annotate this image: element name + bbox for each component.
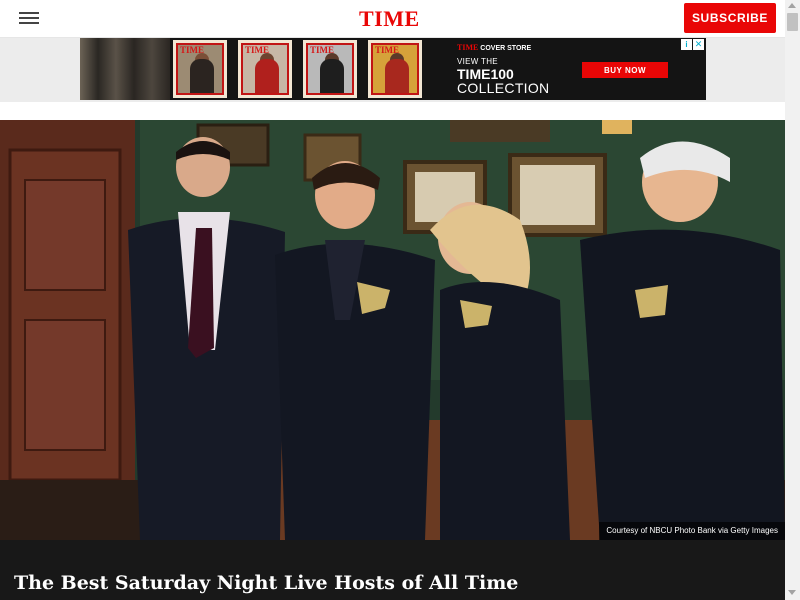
cover-masthead: TIME [245,45,270,55]
time-logo[interactable]: TIME [359,6,420,32]
cover-masthead: TIME [310,45,335,55]
ad-banner[interactable]: TIME TIME TIME TIME TIME COVER STORE VIE… [80,38,706,100]
ad-close-icon[interactable]: ✕ [693,39,704,50]
buy-now-button[interactable]: BUY NOW [582,62,668,78]
ad-container: TIME TIME TIME TIME TIME COVER STORE VIE… [0,38,785,120]
ad-cover-store-label: TIME COVER STORE [457,43,532,52]
cover-masthead: TIME [375,45,400,55]
ad-collection: COLLECTION [457,80,550,96]
headline-bar: The Best Saturday Night Live Hosts of Al… [0,540,785,600]
vertical-scrollbar[interactable] [785,0,800,600]
site-header: TIME SUBSCRIBE [0,0,785,38]
magazine-cover-4: TIME [368,40,422,98]
hamburger-menu-icon[interactable] [19,12,39,26]
ad-curtain-image [80,38,170,100]
ad-info-icon[interactable]: i [681,39,692,50]
photo-credit: Courtesy of NBCU Photo Bank via Getty Im… [599,522,785,540]
hero-image: Courtesy of NBCU Photo Bank via Getty Im… [0,120,785,540]
article-title: The Best Saturday Night Live Hosts of Al… [14,572,519,594]
scroll-down-icon[interactable] [788,590,796,595]
magazine-cover-3: TIME [303,40,357,98]
ad-view-the: VIEW THE [457,57,498,66]
snl-hosts-photo [0,120,785,540]
scroll-up-icon[interactable] [788,3,796,8]
magazine-cover-1: TIME [173,40,227,98]
scrollbar-thumb[interactable] [787,13,798,31]
subscribe-button[interactable]: SUBSCRIBE [684,3,776,33]
magazine-cover-2: TIME [238,40,292,98]
cover-masthead: TIME [180,45,205,55]
